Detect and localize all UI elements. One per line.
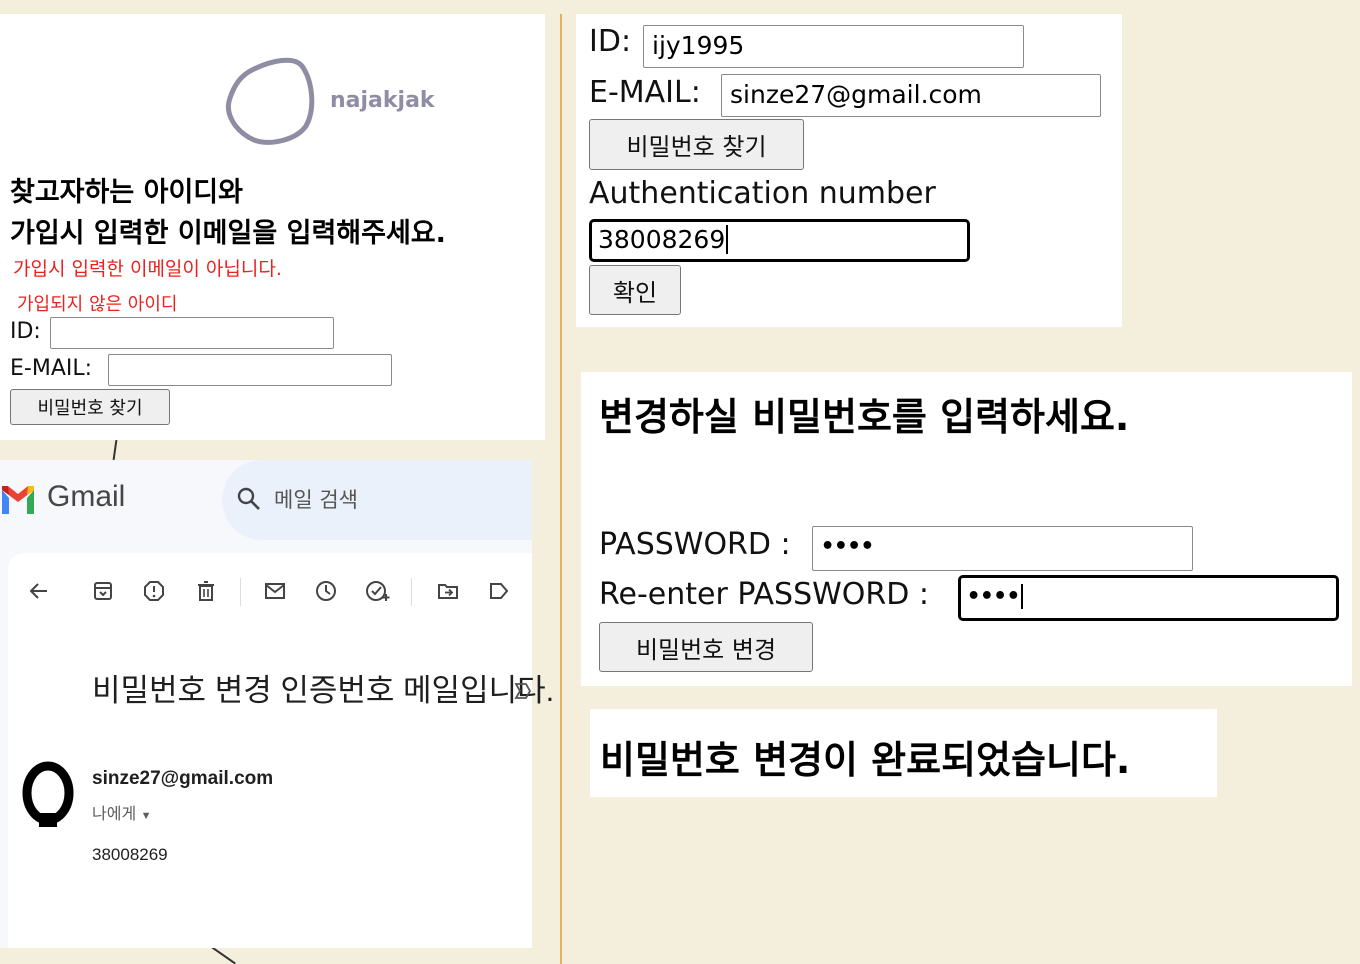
add-task-icon[interactable] [365, 577, 391, 605]
auth-number-label: Authentication number [589, 176, 936, 211]
connector-stroke-bottom [210, 945, 236, 964]
auth-email-label: E-MAIL: [589, 75, 701, 110]
auth-number-value: 38008269 [598, 225, 726, 254]
auth-panel: ID: ijy1995 E-MAIL: sinze27@gmail.com 비밀… [576, 14, 1122, 327]
connector-stroke-top [112, 439, 118, 461]
done-message: 비밀번호 변경이 완료되었습니다. [600, 738, 1131, 782]
mark-unread-icon[interactable] [262, 577, 288, 605]
auth-id-label: ID: [589, 24, 632, 59]
report-spam-icon[interactable] [141, 577, 167, 605]
change-heading: 변경하실 비밀번호를 입력하세요. [599, 395, 1130, 439]
gmail-m-icon [2, 486, 34, 514]
toolbar-separator [240, 578, 241, 606]
reenter-password-label: Re-enter PASSWORD : [599, 577, 929, 612]
auth-email-input[interactable]: sinze27@gmail.com [721, 74, 1101, 117]
error-email-message: 가입시 입력한 이메일이 아닙니다. [13, 258, 282, 280]
auth-find-password-button[interactable]: 비밀번호 찾기 [589, 119, 804, 170]
error-id-message: 가입되지 않은 아이디 [17, 294, 178, 315]
change-password-button[interactable]: 비밀번호 변경 [599, 622, 813, 672]
logo-text: najakjak [330, 88, 435, 113]
find-password-button[interactable]: 비밀번호 찾기 [10, 389, 170, 425]
find-heading-line1: 찾고자하는 아이디와 [10, 177, 243, 208]
divider-line [560, 14, 562, 964]
reenter-password-mask: •••• [967, 584, 1020, 609]
important-marker-icon[interactable] [514, 681, 532, 701]
text-cursor [1020, 584, 1023, 609]
email-sender: sinze27@gmail.com [92, 768, 274, 789]
recipient-label: 나에게 [92, 806, 137, 823]
email-body: 38008269 [92, 845, 168, 864]
auth-id-input[interactable]: ijy1995 [643, 25, 1024, 68]
move-to-icon[interactable] [435, 577, 461, 605]
text-cursor [726, 225, 729, 254]
chevron-down-icon: ▼ [140, 810, 152, 822]
id-label: ID: [10, 319, 41, 344]
label-icon[interactable] [486, 577, 512, 605]
gmail-panel: Gmail 메일 검색 비밀번호 변경 인증번호 메일입니다. sinze27@… [0, 460, 554, 948]
toolbar-separator [411, 578, 412, 606]
done-panel: 비밀번호 변경이 완료되었습니다. [590, 709, 1217, 797]
email-label: E-MAIL: [10, 356, 93, 381]
gmail-logo-text: Gmail [47, 480, 126, 513]
find-heading-line2: 가입시 입력한 이메일을 입력해주세요. [10, 218, 446, 249]
search-icon[interactable] [236, 486, 262, 512]
email-input[interactable] [108, 354, 392, 386]
email-subject: 비밀번호 변경 인증번호 메일입니다. [92, 673, 555, 708]
email-recipient[interactable]: 나에게 ▼ [92, 800, 152, 824]
password-input[interactable]: •••• [812, 526, 1193, 571]
logo-shape-icon [226, 57, 315, 145]
password-label: PASSWORD : [599, 527, 791, 562]
find-heading: 찾고자하는 아이디와 가입시 입력한 이메일을 입력해주세요. [10, 172, 446, 254]
confirm-button[interactable]: 확인 [589, 265, 681, 315]
najakjak-logo: najakjak [222, 56, 442, 152]
back-arrow-icon[interactable] [26, 577, 52, 605]
find-password-panel: najakjak 찾고자하는 아이디와 가입시 입력한 이메일을 입력해주세요.… [0, 14, 545, 440]
id-input[interactable] [50, 317, 334, 349]
snooze-icon[interactable] [313, 577, 339, 605]
password-mask: •••• [821, 534, 874, 559]
reenter-password-input[interactable]: •••• [958, 575, 1339, 621]
change-password-panel: 변경하실 비밀번호를 입력하세요. PASSWORD : •••• Re-ent… [581, 372, 1352, 686]
avatar[interactable] [22, 761, 74, 831]
gmail-search-bar[interactable]: 메일 검색 [222, 460, 532, 540]
search-placeholder: 메일 검색 [274, 488, 358, 512]
delete-icon[interactable] [193, 577, 219, 605]
archive-icon[interactable] [90, 577, 116, 605]
auth-number-input[interactable]: 38008269 [589, 219, 970, 262]
gmail-message-card: 비밀번호 변경 인증번호 메일입니다. sinze27@gmail.com 나에… [8, 553, 554, 948]
